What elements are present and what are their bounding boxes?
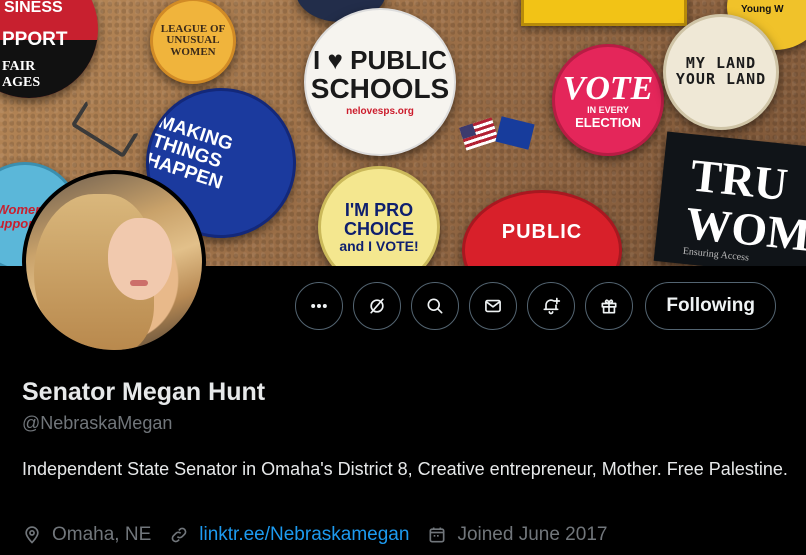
- profile-meta: Omaha, NE linktr.ee/Nebraskamegan Joined…: [22, 524, 625, 546]
- notifications-button[interactable]: [527, 282, 576, 330]
- grok-icon: [370, 298, 385, 314]
- location-pin-icon: [25, 526, 39, 544]
- joined-text: Joined June 2017: [457, 524, 608, 545]
- gift-button[interactable]: [585, 282, 634, 330]
- link-icon: [171, 527, 187, 543]
- profile-handle: @NebraskaMegan: [22, 413, 173, 433]
- following-button[interactable]: Following: [645, 282, 776, 330]
- hanger-pin: [70, 99, 140, 159]
- location-item: Omaha, NE: [22, 524, 151, 546]
- pin-business-support: SINESS PPORT FAIR AGES: [0, 0, 98, 98]
- more-button[interactable]: [295, 282, 344, 330]
- eu-flag-pin: [495, 116, 535, 150]
- avatar-lips: [130, 280, 148, 286]
- grok-button[interactable]: [353, 282, 402, 330]
- search-icon: [427, 298, 443, 314]
- avatar[interactable]: [22, 170, 206, 354]
- more-icon: [311, 304, 328, 309]
- pin-vote-in-every-election: VOTE IN EVERY ELECTION: [552, 44, 664, 156]
- calendar-icon: [429, 527, 445, 543]
- pin-i-love-public-schools: I ♥ PUBLIC SCHOOLS nelovesps.org: [304, 8, 456, 156]
- message-icon: [485, 299, 502, 313]
- search-button[interactable]: [411, 282, 460, 330]
- profile-bio: Independent State Senator in Omaha's Dis…: [22, 459, 788, 479]
- location-text: Omaha, NE: [52, 524, 152, 545]
- profile-name: Senator Megan Hunt: [22, 378, 266, 406]
- pin-public-schools-red: PUBLIC: [462, 190, 622, 266]
- pin-yellow-rectangle: [521, 0, 687, 26]
- website-link[interactable]: linktr.ee/Nebraskamegan: [199, 524, 409, 546]
- pin-league-of-unusual-women: LEAGUE OF UNUSUAL WOMEN: [150, 0, 236, 84]
- flag-pins: [459, 116, 542, 162]
- message-button[interactable]: [469, 282, 518, 330]
- gift-icon: [601, 299, 617, 314]
- joined-item: Joined June 2017: [427, 524, 607, 546]
- pin-pro-choice: I'M PRO CHOICE and I VOTE!: [318, 166, 440, 266]
- profile-actions: Following: [295, 282, 776, 330]
- us-flag-pin: [459, 117, 499, 151]
- notification-add-icon: [543, 297, 561, 315]
- website-item[interactable]: linktr.ee/Nebraskamegan: [169, 524, 409, 546]
- pin-true-women: TRU WOM Ensuring Access: [653, 131, 806, 266]
- avatar-face: [108, 218, 172, 300]
- pin-my-land-your-land: MY LAND YOUR LAND: [663, 14, 779, 130]
